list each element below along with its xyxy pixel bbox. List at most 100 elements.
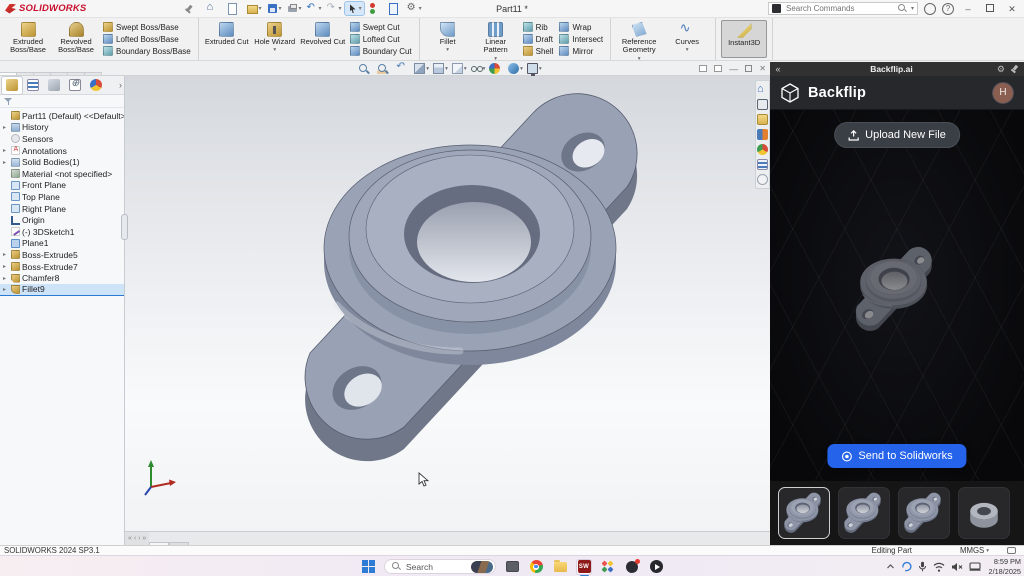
tab-displaymanager[interactable] — [86, 77, 106, 94]
extruded-cut-button[interactable]: Extruded Cut — [204, 20, 250, 58]
backflip-model-preview[interactable] — [849, 246, 945, 333]
viewport-tool-button[interactable]: ▾ — [452, 63, 467, 74]
tab-propertymanager[interactable] — [23, 77, 43, 94]
chevron-down-icon[interactable]: ▾ — [359, 5, 362, 12]
pin-panel-icon[interactable] — [1010, 65, 1019, 74]
taskbar-designer[interactable] — [600, 559, 616, 575]
tile-window-icon[interactable] — [714, 65, 722, 72]
graphics-viewport[interactable]: « ‹ › » — [125, 76, 770, 545]
viewport-tool-button[interactable]: ▾ — [377, 63, 392, 74]
quick-access-button[interactable]: ▾ — [265, 2, 284, 15]
chevron-down-icon[interactable]: ▾ — [911, 5, 914, 12]
filter-icon[interactable] — [4, 97, 13, 106]
notifications-icon[interactable] — [1007, 547, 1016, 554]
lofted-boss-button[interactable]: Lofted Boss/Base — [103, 34, 191, 44]
chevron-down-icon[interactable]: ▾ — [686, 47, 689, 53]
thumbnail-flange-view-1[interactable] — [778, 487, 830, 539]
battery-icon[interactable] — [969, 562, 981, 571]
volume-muted-icon[interactable] — [951, 562, 963, 572]
task-pane-tab[interactable] — [756, 158, 769, 171]
taskbar-search-box[interactable]: Search — [384, 559, 496, 574]
chevron-down-icon[interactable]: ▾ — [419, 5, 422, 12]
extruded-boss-button[interactable]: Extruded Boss/Base — [5, 20, 51, 58]
send-to-solidworks-button[interactable]: Send to Solidworks — [827, 444, 966, 468]
draft-button[interactable]: Draft — [523, 34, 554, 44]
reference-geometry-button[interactable]: Reference Geometry ▾ — [616, 20, 662, 58]
tree-item[interactable]: ▸ Top Plane — [0, 191, 124, 203]
thumbnail-flange-view-2[interactable] — [838, 487, 890, 539]
tree-item[interactable]: ▸ Sensors — [0, 133, 124, 145]
tab-dimxpertmanager[interactable] — [65, 77, 85, 94]
quick-access-button[interactable]: ▾ — [285, 2, 304, 15]
tree-item[interactable]: ▸ Plane1 — [0, 238, 124, 250]
search-scope-icon[interactable] — [772, 4, 781, 13]
boundary-cut-button[interactable]: Boundary Cut — [350, 46, 412, 56]
chevron-down-icon[interactable]: ▾ — [273, 47, 276, 53]
menu-item[interactable] — [150, 7, 164, 11]
flange-part-model[interactable] — [275, 90, 695, 470]
tab-configurationmanager[interactable] — [44, 77, 64, 94]
menu-item[interactable] — [122, 7, 136, 11]
taskbar-notifications-app[interactable] — [624, 559, 640, 575]
mirror-button[interactable]: Mirror — [559, 46, 603, 56]
chevron-down-icon[interactable]: ▾ — [539, 66, 542, 72]
study-nav-buttons[interactable]: « ‹ › » — [125, 532, 149, 545]
quick-access-button[interactable]: ▾ — [345, 2, 364, 15]
quick-access-button[interactable]: ▾ — [405, 2, 424, 15]
chevron-down-icon[interactable]: ▾ — [299, 5, 302, 12]
task-pane-tab[interactable] — [756, 128, 769, 141]
curves-button[interactable]: Curves ▾ — [664, 20, 710, 58]
windows-start-button[interactable] — [360, 559, 376, 575]
tree-item[interactable]: ▸ Fillet9 — [0, 284, 124, 296]
close-button[interactable]: ✕ — [1004, 0, 1020, 18]
help-icon[interactable]: ? — [942, 3, 954, 15]
wrap-button[interactable]: Wrap — [559, 22, 603, 32]
tree-item[interactable]: ▸ (-) 3DSketch1 — [0, 226, 124, 238]
viewport-tool-button[interactable]: ▾ — [527, 63, 542, 74]
chevron-down-icon[interactable]: ▾ — [319, 5, 322, 12]
swept-boss-button[interactable]: Swept Boss/Base — [103, 22, 191, 32]
rib-button[interactable]: Rib — [523, 22, 554, 32]
search-icon[interactable] — [898, 4, 907, 13]
viewport-tool-button[interactable]: ▾ — [489, 63, 504, 74]
ribbon-tab[interactable] — [33, 72, 51, 75]
chevron-down-icon[interactable]: ▾ — [464, 66, 467, 72]
expand-arrow-icon[interactable]: ▸ — [3, 275, 9, 282]
taskbar-chrome[interactable] — [528, 559, 544, 575]
chevron-down-icon[interactable]: ▾ — [339, 5, 342, 12]
ribbon-tab[interactable] — [84, 72, 102, 75]
menu-item[interactable] — [136, 7, 150, 11]
doc-close-button[interactable]: ✕ — [759, 64, 766, 73]
revolved-cut-button[interactable]: Revolved Cut — [300, 20, 346, 58]
viewport-tool-button[interactable]: ▾ — [508, 63, 523, 74]
ribbon-tab[interactable] — [67, 72, 85, 75]
menu-item[interactable] — [108, 7, 122, 11]
tab-featuremanager[interactable] — [2, 77, 22, 94]
tree-item[interactable]: ▸ History — [0, 122, 124, 134]
pin-menu-icon[interactable] — [184, 4, 194, 14]
task-pane-tab[interactable] — [756, 98, 769, 111]
menu-item[interactable] — [94, 7, 108, 11]
boundary-boss-button[interactable]: Boundary Boss/Base — [103, 46, 191, 56]
restore-button[interactable] — [982, 0, 998, 18]
viewport-tool-button[interactable]: ▾ — [433, 63, 448, 74]
backflip-3d-canvas[interactable]: Upload New File Send to Solidworks — [770, 110, 1024, 481]
viewport-tool-button[interactable]: ▾ — [414, 63, 429, 74]
viewport-tool-button[interactable]: ▾ — [471, 63, 486, 74]
tree-item[interactable]: ▸ Boss-Extrude5 — [0, 249, 124, 261]
search-commands-input[interactable] — [784, 3, 895, 14]
panel-splitter-handle[interactable] — [121, 214, 128, 240]
shell-button[interactable]: Shell — [523, 46, 554, 56]
thumbnail-flange-view-3[interactable] — [898, 487, 950, 539]
chevron-down-icon[interactable]: ▾ — [483, 66, 486, 72]
user-account-icon[interactable] — [924, 3, 936, 15]
chevron-down-icon[interactable]: ▾ — [258, 5, 261, 12]
quick-access-button[interactable]: ▾ — [244, 2, 263, 15]
expand-arrow-icon[interactable]: ▸ — [3, 124, 9, 131]
doc-minimize-button[interactable]: — — [729, 64, 738, 74]
hole-wizard-button[interactable]: Hole Wizard ▾ — [252, 20, 298, 58]
chevron-down-icon[interactable]: ▾ — [279, 5, 282, 12]
doc-restore-button[interactable] — [745, 65, 752, 72]
taskbar-media-player[interactable] — [648, 559, 664, 575]
tree-item[interactable]: ▸ Chamfer8 — [0, 272, 124, 284]
